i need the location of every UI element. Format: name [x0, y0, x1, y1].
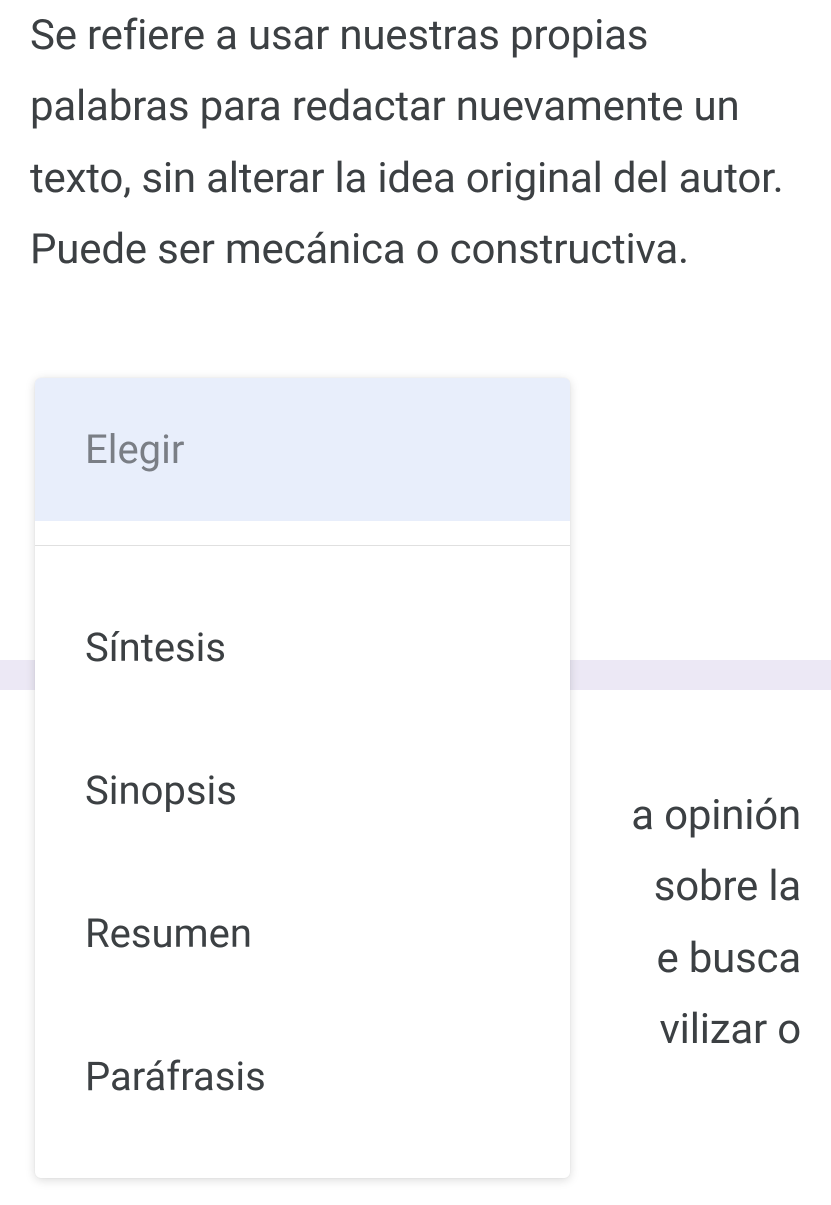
dropdown-option-parafrasis[interactable]: Paráfrasis	[35, 1005, 570, 1148]
dropdown-option-resumen[interactable]: Resumen	[35, 862, 570, 1005]
dropdown-options-list: Síntesis Sinopsis Resumen Paráfrasis	[35, 546, 570, 1178]
question-text-2-line2: sobre la	[654, 862, 801, 911]
dropdown-option-sinopsis[interactable]: Sinopsis	[35, 719, 570, 862]
dropdown-option-sintesis[interactable]: Síntesis	[35, 576, 570, 719]
answer-dropdown[interactable]: Elegir Síntesis Sinopsis Resumen Paráfra…	[35, 378, 570, 1178]
question-text-2-line3: e busca	[656, 934, 801, 983]
question-text-2-line4: vilizar o	[660, 1005, 801, 1054]
question-text-1: Se refiere a usar nuestras propias palab…	[0, 0, 831, 286]
dropdown-placeholder[interactable]: Elegir	[35, 378, 570, 521]
question-text-2-line1: a opinión	[631, 791, 801, 840]
